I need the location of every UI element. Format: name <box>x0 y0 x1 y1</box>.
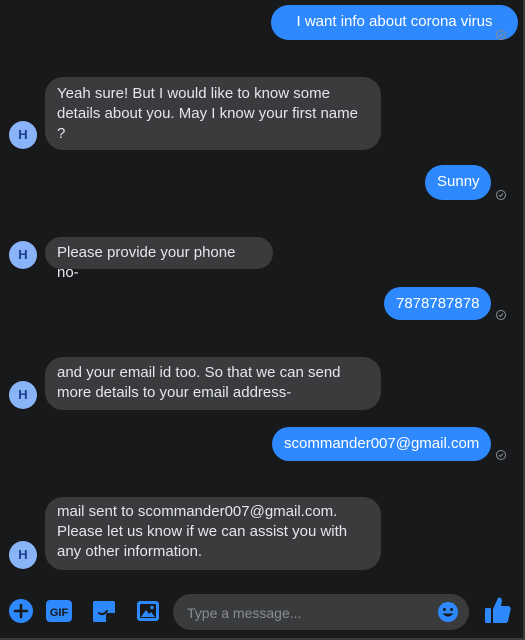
image-icon[interactable] <box>135 598 161 624</box>
avatar: H <box>9 241 37 269</box>
sent-check-icon <box>496 310 506 320</box>
gif-icon[interactable]: GIF <box>45 598 73 624</box>
avatar: H <box>9 121 37 149</box>
chat-window: I want info about corona virus H Yeah su… <box>0 0 525 640</box>
incoming-message: mail sent to scommander007@gmail.com. Pl… <box>45 497 381 570</box>
outgoing-message: I want info about corona virus <box>271 5 518 40</box>
outgoing-message: scommander007@gmail.com <box>272 427 491 461</box>
message-list: I want info about corona virus H Yeah su… <box>0 0 523 585</box>
svg-text:GIF: GIF <box>50 607 69 619</box>
outgoing-message: 7878787878 <box>384 287 491 320</box>
composer-bar: GIF <box>0 590 523 634</box>
sent-check-icon <box>496 190 506 200</box>
incoming-message: and your email id too. So that we can se… <box>45 357 381 410</box>
avatar: H <box>9 381 37 409</box>
message-input-container <box>173 594 469 632</box>
sent-check-icon <box>496 450 506 460</box>
outgoing-message: Sunny <box>425 165 491 200</box>
avatar: H <box>9 541 37 569</box>
thumbs-up-icon[interactable] <box>484 595 512 625</box>
incoming-message: Yeah sure! But I would like to know some… <box>45 77 381 150</box>
sent-check-icon <box>496 30 506 40</box>
plus-icon[interactable] <box>8 598 34 624</box>
sticker-icon[interactable] <box>91 598 117 624</box>
incoming-message: Please provide your phone no- <box>45 237 273 281</box>
message-input[interactable] <box>185 594 429 632</box>
emoji-icon[interactable] <box>437 601 459 623</box>
